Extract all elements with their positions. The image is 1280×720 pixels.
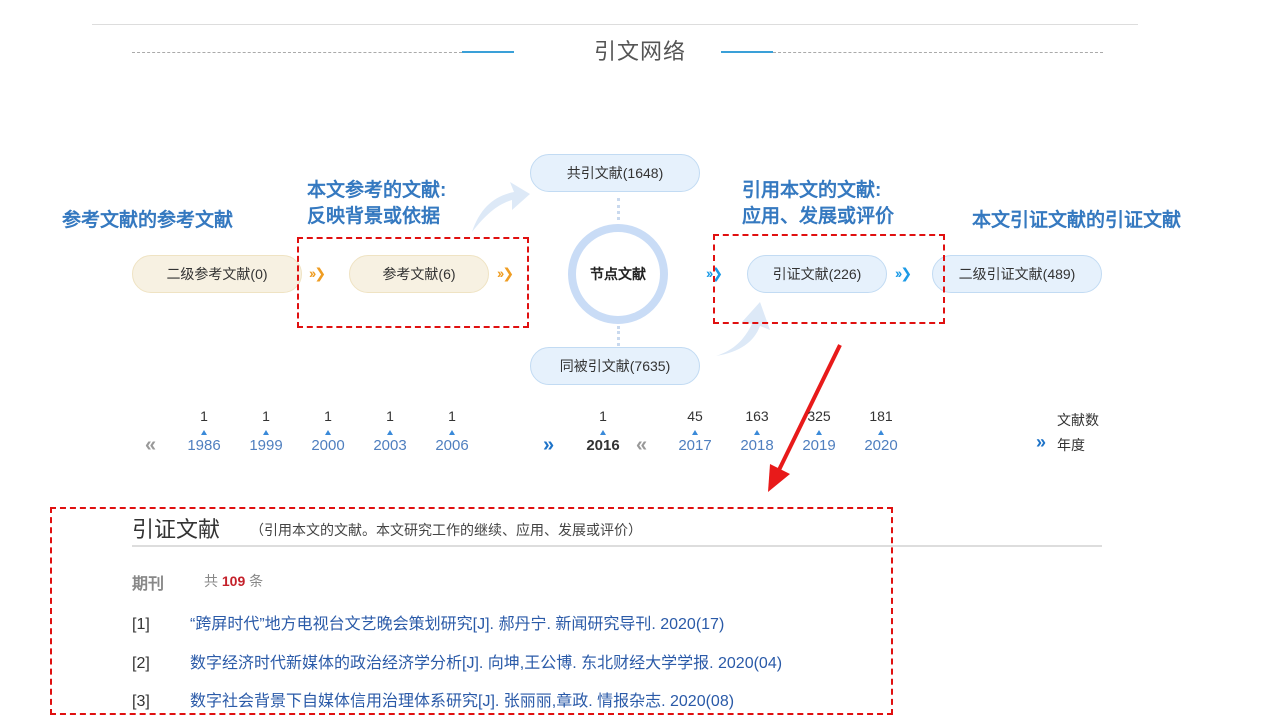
curved-arrow-up-left-icon <box>472 182 530 232</box>
year-item[interactable]: 325 2019 <box>794 408 844 454</box>
highlight-citing <box>713 234 945 324</box>
timeline-prev-right-icon[interactable]: « <box>636 434 647 457</box>
timeline-next-left-icon[interactable]: » <box>543 434 554 457</box>
year-item[interactable]: 1 2000 <box>303 408 353 454</box>
citation-link[interactable]: 数字经济时代新媒体的政治经济学分析[J]. 向坤,王公博. 东北财经大学学报. … <box>190 655 782 672</box>
year-item[interactable]: 181 2020 <box>856 408 906 454</box>
title-dashline-right <box>773 52 1103 53</box>
annotation-refs: 本文参考的文献: 反映背景或依据 <box>307 178 446 230</box>
legend-next-icon[interactable]: » <box>1036 432 1046 453</box>
category-label: 期刊 <box>132 576 165 593</box>
section-title: 引文网络 <box>593 39 686 64</box>
annotation-citing: 引用本文的文献: 应用、发展或评价 <box>742 178 894 230</box>
node-document: 节点文献 <box>568 224 668 324</box>
secondary-reference-button[interactable]: 二级参考文献(0) <box>132 255 302 293</box>
list-item: [2] 数字经济时代新媒体的政治经济学分析[J]. 向坤,王公博. 东北财经大学学… <box>132 649 782 673</box>
list-item-index: [3] <box>132 693 150 710</box>
citation-link[interactable]: “跨屏时代”地方电视台文艺晚会策划研究[J]. 郝丹宁. 新闻研究导刊. 202… <box>190 616 724 633</box>
secondary-citing-button[interactable]: 二级引证文献(489) <box>932 255 1102 293</box>
annotation-secondary-citing: 本文引证文献的引证文献 <box>972 210 1182 231</box>
year-item[interactable]: 163 2018 <box>732 408 782 454</box>
result-count: 共 109 条 <box>204 573 264 589</box>
year-item[interactable]: 1 1986 <box>179 408 229 454</box>
co-cited-button[interactable]: 同被引文献(7635) <box>530 347 700 385</box>
citing-section-divider <box>132 545 1102 547</box>
year-item-current[interactable]: 1 2016 <box>578 408 628 454</box>
timeline-prev-left-icon[interactable]: « <box>145 434 156 457</box>
list-item-index: [1] <box>132 616 150 633</box>
year-item[interactable]: 1 2003 <box>365 408 415 454</box>
title-accent-right <box>721 51 773 53</box>
highlight-references <box>297 237 529 328</box>
connector-top <box>617 198 620 220</box>
connector-bottom <box>617 326 620 346</box>
citing-section-description: （引用本文的文献。本文研究工作的继续、应用、发展或评价） <box>250 522 642 538</box>
annotation-refs-line1: 本文参考的文献: <box>307 180 447 201</box>
year-item[interactable]: 45 2017 <box>670 408 720 454</box>
legend-year-label: 年度 <box>1057 437 1085 453</box>
list-item-index: [2] <box>132 655 150 672</box>
year-item[interactable]: 1 1999 <box>241 408 291 454</box>
annotation-secondary-refs: 参考文献的参考文献 <box>62 210 234 231</box>
annotation-citing-line1: 引用本文的文献: <box>742 180 882 201</box>
annotation-refs-line2: 反映背景或依据 <box>307 206 441 227</box>
citation-link[interactable]: 数字社会背景下自媒体信用治理体系研究[J]. 张丽丽,章政. 情报杂志. 202… <box>190 693 734 710</box>
legend-count-label: 文献数 <box>1057 412 1099 428</box>
citing-section-title: 引证文献 <box>132 517 221 542</box>
year-item[interactable]: 1 2006 <box>427 408 477 454</box>
list-item: [3] 数字社会背景下自媒体信用治理体系研究[J]. 张丽丽,章政. 情报杂志. … <box>132 687 734 711</box>
co-citation-button[interactable]: 共引文献(1648) <box>530 154 700 192</box>
annotation-citing-line2: 应用、发展或评价 <box>742 206 895 227</box>
top-divider <box>92 24 1138 25</box>
list-item: [1] “跨屏时代”地方电视台文艺晚会策划研究[J]. 郝丹宁. 新闻研究导刊. … <box>132 610 724 634</box>
